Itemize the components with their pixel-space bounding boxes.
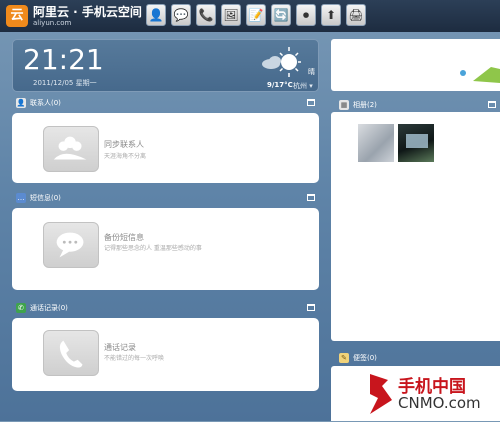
phone-app-icon[interactable]: 📞 [196, 4, 216, 26]
calls-section-header[interactable]: ✆ 通话记录(0) [12, 302, 319, 314]
brand-url: aliyun.com [33, 19, 72, 27]
record-app-icon[interactable]: ⏺ [296, 4, 316, 26]
sms-section-header[interactable]: … 短信息(0) [12, 192, 319, 204]
clock-weather-panel: 21:21 2011/12/05 星期一 晴 9/17°C 杭州 ▾ [12, 39, 319, 92]
right-top-panel [331, 39, 500, 91]
album-header-label: 相册(2) [353, 101, 377, 109]
contacts-card-title: 同步联系人 [104, 140, 144, 149]
phone-icon: ✆ [16, 303, 26, 313]
sms-placeholder-icon [43, 222, 99, 268]
maximize-icon[interactable] [307, 304, 315, 311]
decoration-icon [460, 67, 500, 83]
maximize-icon[interactable] [488, 101, 496, 108]
maximize-icon[interactable] [307, 194, 315, 201]
sms-header-label: 短信息(0) [30, 194, 61, 202]
album-section-header[interactable]: ▦ 相册(2) [335, 99, 500, 111]
maximize-icon[interactable] [307, 99, 315, 106]
contacts-placeholder-icon [43, 126, 99, 172]
note-icon: ✎ [339, 353, 349, 363]
sms-card-title: 备份短信息 [104, 233, 144, 242]
sunny-weather-icon [262, 47, 301, 77]
contacts-header-label: 联系人(0) [30, 99, 61, 107]
contacts-section-header[interactable]: 👤 联系人(0) [12, 97, 319, 109]
calls-card[interactable]: 通话记录 不能错过的每一次呼唤 [12, 318, 319, 391]
contacts-card[interactable]: 同步联系人 天涯海角不分离 [12, 113, 319, 183]
sms-card[interactable]: 备份短信息 记得那些思念的人 重温那些感动的事 [12, 208, 319, 290]
notes-header-label: 便签(0) [353, 354, 377, 362]
brand-title: 阿里云 · 手机云空间 [33, 5, 142, 19]
cnmo-watermark: 手机中国 CNMO.com [368, 370, 500, 418]
temperature: 9/17°C [267, 81, 293, 89]
contacts-app-icon[interactable]: 👤 [146, 4, 166, 26]
notes-section-header[interactable]: ✎ 便签(0) [335, 352, 500, 364]
backup-app-icon[interactable]: ⬆ [321, 4, 341, 26]
contacts-icon: 👤 [16, 98, 26, 108]
contacts-card-subtitle: 天涯海角不分离 [104, 153, 147, 160]
calls-placeholder-icon [43, 330, 99, 376]
printer-app-icon[interactable]: 🖨 [346, 4, 366, 26]
album-icon: ▦ [339, 100, 349, 110]
weather-description: 晴 [308, 68, 315, 76]
brand-logo[interactable]: 云 阿里云 · 手机云空间 aliyun.com [6, 3, 156, 29]
top-bar: 云 阿里云 · 手机云空间 aliyun.com 👤 💬 📞 🖼 📝 🔄 ⏺ ⬆… [0, 0, 500, 32]
sms-card-subtitle: 记得那些思念的人 重温那些感动的事 [104, 245, 202, 252]
calls-card-subtitle: 不能错过的每一次呼唤 [104, 355, 165, 362]
calls-card-title: 通话记录 [104, 343, 136, 352]
photo-thumbnail[interactable] [398, 124, 434, 162]
clock-date: 2011/12/05 星期一 [33, 79, 97, 87]
watermark-en-text: CNMO.com [398, 394, 481, 412]
notes-app-icon[interactable]: 📝 [246, 4, 266, 26]
album-panel [331, 112, 500, 341]
gallery-app-icon[interactable]: 🖼 [221, 4, 241, 26]
photo-thumbnail[interactable] [358, 124, 394, 162]
calls-header-label: 通话记录(0) [30, 304, 68, 312]
clock-time: 21:21 [23, 43, 104, 76]
cloud-logo-icon: 云 [6, 5, 28, 27]
messages-app-icon[interactable]: 💬 [171, 4, 191, 26]
sync-app-icon[interactable]: 🔄 [271, 4, 291, 26]
message-icon: … [16, 193, 26, 203]
city-selector[interactable]: 杭州 ▾ [293, 81, 313, 91]
